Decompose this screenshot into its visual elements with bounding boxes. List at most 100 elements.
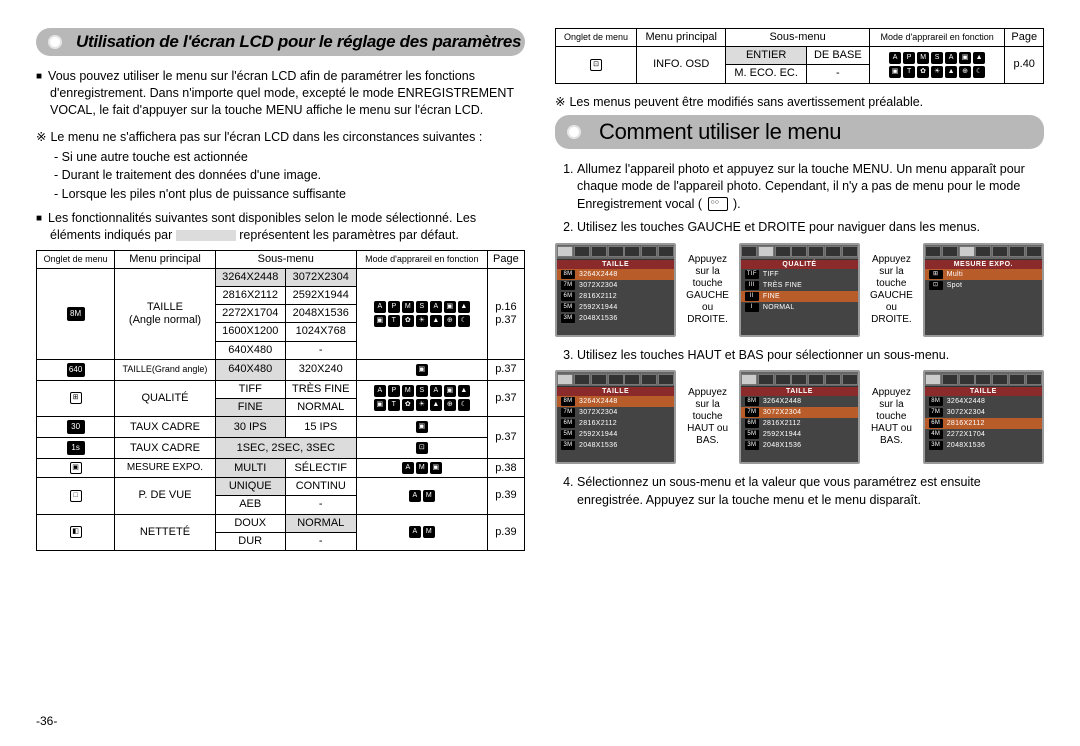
size-640-icon: 640 <box>67 363 85 377</box>
page-number: -36- <box>36 714 57 728</box>
info-osd-icon: ⊡ <box>590 59 602 71</box>
cell: AEB <box>215 496 285 514</box>
lcd-taille: TAILLE 8M3264X2448 7M3072X2304 6M2816X21… <box>555 243 676 337</box>
cell: UNIQUE <box>215 478 285 496</box>
cell: 3072X2304 <box>285 268 356 286</box>
th-page: Page <box>487 250 524 268</box>
note-list: - Si une autre touche est actionnée - Du… <box>54 148 525 204</box>
intro-text: Vous pouvez utiliser le menu sur l'écran… <box>48 69 514 117</box>
mode-icons-cell: APMSA▣▲▣T✿☀▲⊕☾ <box>356 268 487 359</box>
icon-cell: ⊡ <box>556 47 637 83</box>
page-cell: p.37 <box>487 417 524 459</box>
left-title-bar: Utilisation de l'écran LCD pour le régla… <box>36 28 525 56</box>
th-page: Page <box>1005 29 1044 47</box>
info-osd-table: Onglet de menu Menu principal Sous-menu … <box>555 28 1044 84</box>
cell: 30 IPS <box>215 417 285 438</box>
icon-cell: ◧ <box>37 514 115 550</box>
fps-1s-icon: 1s <box>67 441 85 455</box>
cell: FINE <box>215 398 285 416</box>
page-cell: p.37 <box>487 380 524 416</box>
cell: 1600X1200 <box>215 323 285 341</box>
lcd-header: TAILLE <box>557 260 674 269</box>
lcd-taille-c: TAILLE 8M3264X2448 7M3072X2304 6M2816X21… <box>923 370 1044 464</box>
voice-mode-icon <box>708 197 728 211</box>
cell: 2592X1944 <box>285 287 356 305</box>
cell: - <box>285 496 356 514</box>
sharpness-icon: ◧ <box>70 526 82 538</box>
lcd-header: TAILLE <box>925 387 1042 396</box>
shade-swatch-icon <box>176 230 236 241</box>
step-2: Utilisez les touches GAUCHE et DROITE po… <box>577 219 1044 237</box>
row-taux-label: TAUX CADRE <box>115 438 216 459</box>
lcd-taille-b: TAILLE 8M3264X2448 7M3072X2304 6M2816X21… <box>739 370 860 464</box>
cell: 15 IPS <box>285 417 356 438</box>
icon-cell: 640 <box>37 359 115 380</box>
row-mesure-label: MESURE EXPO. <box>115 459 216 478</box>
note-block: ※Le menu ne s'affichera pas sur l'écran … <box>36 129 525 204</box>
left-column: Utilisation de l'écran LCD pour le régla… <box>36 28 525 551</box>
th-sous-menu: Sous-menu <box>215 250 356 268</box>
cell: 2048X1536 <box>285 305 356 323</box>
th-onglet: Onglet de menu <box>37 250 115 268</box>
icon-cell: ▣ <box>37 459 115 478</box>
lcd-row-2: TAILLE 8M3264X2448 7M3072X2304 6M2816X21… <box>555 370 1044 464</box>
cell: 2816X2112 <box>215 287 285 305</box>
page-cell: p.40 <box>1005 47 1044 83</box>
caption-ud: Appuyez sur la touche HAUT ou BAS. <box>682 387 733 447</box>
row-nettete-label: NETTETÉ <box>115 514 216 550</box>
menus-note: ※Les menus peuvent être modifiés sans av… <box>555 94 1044 109</box>
right-column: Onglet de menu Menu principal Sous-menu … <box>555 28 1044 551</box>
cell: M. ECO. EC. <box>726 65 807 83</box>
lcd-header: QUALITÉ <box>741 260 858 269</box>
cell: 640X480 <box>215 359 285 380</box>
mode-icons-cell: APMSA▣▲▣T✿☀▲⊕☾ <box>356 380 487 416</box>
row-taux-label: TAUX CADRE <box>115 417 216 438</box>
lcd-qualite: QUALITÉ TIFTIFF IIITRÈS FINE IIFINE INOR… <box>739 243 860 337</box>
fps-30-icon: 30 <box>67 420 85 434</box>
mode-icons-cell: AM <box>356 478 487 514</box>
cell: 3264X2448 <box>215 268 285 286</box>
right-title-text: Comment utiliser le menu <box>599 119 841 144</box>
bullet-icon: ■ <box>36 213 42 224</box>
row-pdv-label: P. DE VUE <box>115 478 216 514</box>
intro-paragraph: ■Vous pouvez utiliser le menu sur l'écra… <box>36 68 525 119</box>
cell: 1024X768 <box>285 323 356 341</box>
note-item: - Durant le traitement des données d'une… <box>54 166 525 185</box>
note-item: - Si une autre touche est actionnée <box>54 148 525 167</box>
icon-cell: □ <box>37 478 115 514</box>
caption-ud: Appuyez sur la touche HAUT ou BAS. <box>866 387 917 447</box>
th-mode: Mode d'apprareil en fonction <box>869 29 1005 47</box>
row-qualite-label: QUALITÉ <box>115 380 216 416</box>
step-3: Utilisez les touches HAUT et BAS pour sé… <box>577 347 1044 365</box>
row-taille-wide-label: TAILLE(Grand angle) <box>115 359 216 380</box>
cell: 640X480 <box>215 341 285 359</box>
title-dot-icon <box>567 125 581 139</box>
quality-icon: ⊞ <box>70 392 82 404</box>
cell: CONTINU <box>285 478 356 496</box>
cell: ENTIER <box>726 47 807 65</box>
cell: DOUX <box>215 514 285 532</box>
drive-icon: □ <box>70 490 82 502</box>
page-cell: p.16 p.37 <box>487 268 524 359</box>
cell: DE BASE <box>806 47 869 65</box>
features-trail: représentent les paramètres par défaut. <box>236 228 459 242</box>
size-8m-icon: 8M <box>67 307 85 321</box>
cell: - <box>285 532 356 550</box>
cell: MULTI <box>215 459 285 478</box>
cell: SÉLECTIF <box>285 459 356 478</box>
th-mode: Mode d'apprareil en fonction <box>356 250 487 268</box>
icon-cell: 30 <box>37 417 115 438</box>
settings-table: Onglet de menu Menu principal Sous-menu … <box>36 250 525 551</box>
th-menu-principal: Menu principal <box>637 29 726 47</box>
cell: - <box>285 341 356 359</box>
mode-icons-cell: ⊡ <box>356 438 487 459</box>
lcd-header: TAILLE <box>741 387 858 396</box>
row-taille-label: TAILLE (Angle normal) <box>115 268 216 359</box>
asterisk-icon: ※ <box>555 94 565 109</box>
caption-lr: Appuyez sur la touche GAUCHE ou DROITE. <box>866 254 917 326</box>
cell: 320X240 <box>285 359 356 380</box>
lcd-taille-a: TAILLE 8M3264X2448 7M3072X2304 6M2816X21… <box>555 370 676 464</box>
howto-steps: Allumez l'appareil photo et appuyez sur … <box>555 161 1044 237</box>
cell: 2272X1704 <box>215 305 285 323</box>
step-1: Allumez l'appareil photo et appuyez sur … <box>577 161 1044 214</box>
